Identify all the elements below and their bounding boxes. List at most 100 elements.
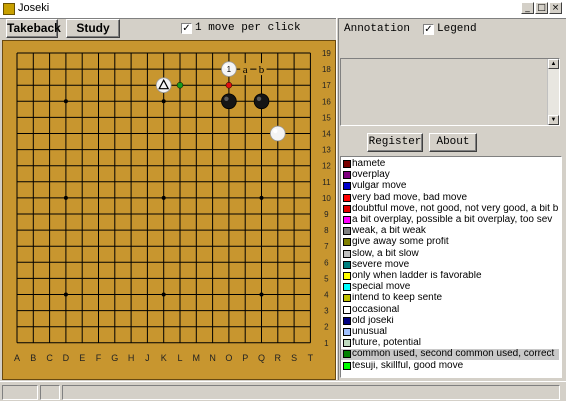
legend-item-label: doubtful move, not good, not very good, …	[352, 203, 559, 214]
column-label: D	[63, 353, 70, 363]
legend-item[interactable]: tesuji, skillful, good move	[341, 361, 559, 372]
letter-mark-a[interactable]: a	[243, 64, 248, 76]
legend-item-label: slow, a bit slow	[352, 248, 419, 259]
move-marker-dot[interactable]	[225, 81, 233, 89]
legend-color-swatch	[343, 204, 351, 213]
column-label: B	[30, 353, 36, 363]
legend-item[interactable]: slow, a bit slow	[341, 249, 559, 260]
legend-item[interactable]: weak, a bit weak	[341, 226, 559, 237]
legend-color-swatch	[343, 227, 351, 236]
column-label: C	[46, 353, 53, 363]
legend-item[interactable]: a bit overplay, possible a bit overplay,…	[341, 215, 559, 226]
column-label: A	[14, 353, 20, 363]
row-label: 16	[322, 97, 331, 106]
star-point	[161, 99, 166, 104]
star-point	[259, 195, 264, 200]
title-bar: Joseki _ □ ×	[0, 0, 566, 19]
row-label: 7	[324, 242, 329, 251]
row-label: 18	[322, 65, 331, 74]
annotation-scrollbar[interactable]: ▲ ▼	[547, 59, 559, 125]
stone-highlight	[224, 96, 229, 101]
row-label: 6	[324, 258, 329, 267]
row-label: 8	[324, 226, 329, 235]
maximize-button[interactable]: □	[535, 2, 548, 14]
legend-item[interactable]: only when ladder is favorable	[341, 271, 559, 282]
stone-highlight	[273, 128, 278, 134]
scroll-down-arrow[interactable]: ▼	[548, 115, 559, 125]
column-label: P	[242, 353, 248, 363]
white-stone[interactable]	[269, 125, 286, 142]
star-point	[63, 292, 68, 297]
column-label: L	[177, 353, 182, 363]
legend-item[interactable]: doubtful move, not good, not very good, …	[341, 204, 559, 215]
scroll-up-arrow[interactable]: ▲	[548, 59, 559, 69]
status-bar	[0, 381, 566, 401]
legend-color-swatch	[343, 305, 351, 314]
legend-item[interactable]: vulgar move	[341, 181, 559, 192]
star-point	[63, 195, 68, 200]
legend-item[interactable]: common used, second common used, correct	[341, 349, 559, 361]
move-marker-dot[interactable]	[176, 81, 184, 89]
legend-item[interactable]: occasional	[341, 305, 559, 316]
legend-item-label: overplay	[352, 170, 390, 181]
row-label: 17	[322, 81, 331, 90]
column-label: G	[111, 353, 118, 363]
legend-item[interactable]: severe move	[341, 260, 559, 271]
row-label: 5	[324, 274, 329, 283]
legend-item[interactable]: intend to keep sente	[341, 293, 559, 304]
legend-color-swatch	[343, 238, 351, 247]
go-board[interactable]: A B C D E F G H J K L M N O P Q R S T191817161514131211109…	[3, 41, 335, 379]
legend-color-swatch	[343, 272, 351, 280]
row-label: 15	[322, 113, 331, 122]
row-label: 19	[322, 49, 331, 58]
legend-item[interactable]: overplay	[341, 170, 559, 181]
legend-color-swatch	[343, 316, 351, 325]
black-stone[interactable]	[253, 93, 270, 110]
legend-item-label: a bit overplay, possible a bit overplay,…	[352, 215, 553, 225]
close-button[interactable]: ×	[549, 2, 562, 14]
study-button[interactable]: Study	[66, 19, 120, 38]
legend-item[interactable]: give away some profit	[341, 237, 559, 248]
legend-item[interactable]: unusual	[341, 327, 559, 338]
legend-color-swatch	[343, 339, 351, 348]
row-label: 2	[324, 323, 329, 332]
star-point	[161, 292, 166, 297]
panel-splitter[interactable]	[336, 18, 339, 380]
legend-item[interactable]: very bad move, bad move	[341, 193, 559, 204]
letter-mark-b[interactable]: b	[259, 64, 265, 76]
stone-highlight	[256, 96, 262, 101]
board-toolbar: Takeback Study ✓ 1 move per click	[2, 18, 336, 40]
black-stone[interactable]	[221, 93, 237, 110]
column-label: R	[275, 353, 282, 363]
annotation-textarea[interactable]: ▲ ▼	[340, 58, 560, 126]
column-label: T	[308, 353, 314, 363]
legend-item[interactable]: old joseki	[341, 316, 559, 327]
column-label: S	[291, 353, 297, 363]
legend-item-label: unusual	[352, 327, 388, 337]
legend-item-label: weak, a bit weak	[352, 226, 426, 237]
minimize-button[interactable]: _	[521, 2, 534, 14]
column-label: N	[209, 353, 216, 363]
column-label: O	[225, 353, 232, 363]
column-label: E	[79, 353, 85, 363]
legend-item-label: give away some profit	[352, 237, 449, 248]
legend-item-label: severe move	[352, 259, 410, 270]
column-label: M	[193, 353, 201, 363]
legend-item[interactable]: future, potential	[341, 338, 559, 349]
legend-color-swatch	[343, 193, 351, 202]
column-label: F	[96, 353, 102, 363]
one-move-checkbox[interactable]: ✓	[181, 23, 192, 34]
legend-item[interactable]: special move	[341, 282, 559, 293]
legend-color-swatch	[343, 216, 351, 224]
legend-list[interactable]: hamete overplay vulgar move very bad move, …	[340, 156, 562, 378]
star-point	[259, 292, 264, 297]
go-board-panel: A B C D E F G H J K L M N O P Q R S T 19 18 17 16 15 14 13 12 11 10 9…	[2, 40, 336, 380]
about-button[interactable]: About	[429, 133, 477, 152]
legend-item[interactable]: hamete	[341, 159, 559, 170]
register-button[interactable]: Register	[367, 133, 423, 152]
legend-checkbox[interactable]: ✓	[423, 24, 434, 35]
legend-item-label: only when ladder is favorable	[352, 271, 482, 281]
row-label: 3	[324, 307, 329, 316]
takeback-button[interactable]: Takeback	[6, 19, 61, 38]
column-label: H	[128, 353, 135, 363]
